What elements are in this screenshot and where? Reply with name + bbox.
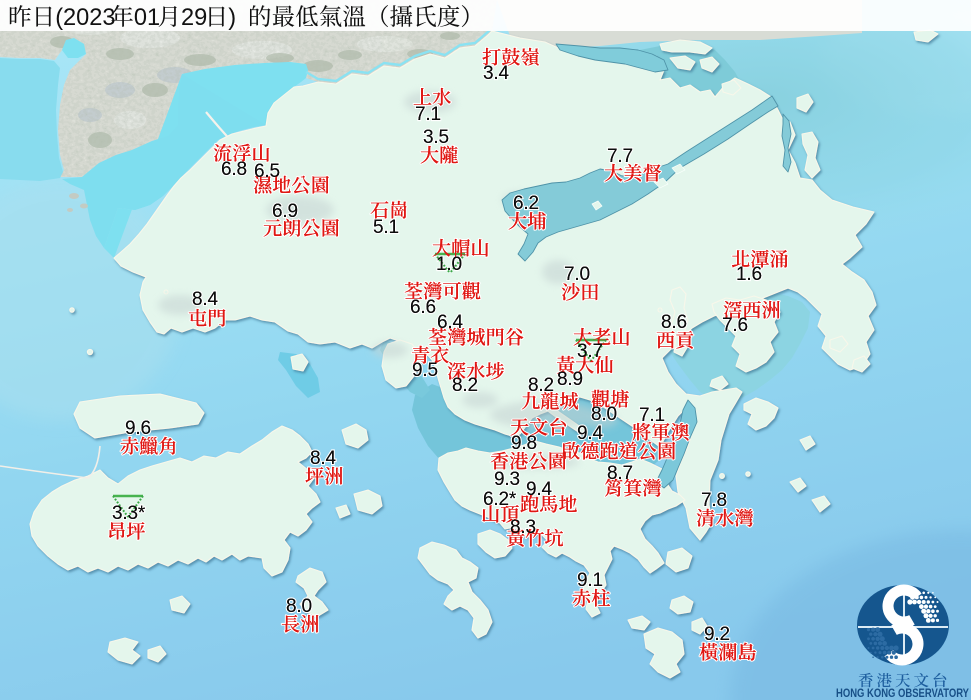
svg-text:6.9: 6.9 [272,201,298,222]
svg-text:9.4: 9.4 [526,479,552,500]
svg-text:9.2: 9.2 [704,624,730,645]
svg-text:8.2: 8.2 [452,375,478,396]
svg-text:8.9: 8.9 [557,369,583,390]
svg-text:7.8: 7.8 [701,490,727,511]
svg-text:9.5: 9.5 [412,360,438,381]
svg-text:6.8: 6.8 [221,159,247,180]
svg-text:01: 01 [134,5,160,31]
svg-text:1.6: 1.6 [736,264,762,285]
svg-text:9.8: 9.8 [511,433,537,454]
svg-text:3.5: 3.5 [423,127,449,148]
svg-text:6.6: 6.6 [410,297,436,318]
svg-text:3.4: 3.4 [483,63,509,84]
svg-text:1.0: 1.0 [436,254,462,275]
svg-text:7.6: 7.6 [722,315,748,336]
svg-text:29: 29 [181,5,207,31]
svg-text:8.4: 8.4 [192,289,218,310]
svg-text:9.3: 9.3 [494,469,520,490]
svg-text:9.1: 9.1 [577,570,603,591]
svg-text:8.7: 8.7 [607,463,633,484]
svg-text:6.4: 6.4 [437,312,463,333]
svg-text:7.7: 7.7 [607,146,633,167]
svg-text:8.2: 8.2 [528,375,554,396]
svg-text:6.5: 6.5 [254,161,280,182]
svg-text:8.4: 8.4 [310,448,336,469]
svg-text:3.3*: 3.3* [112,503,146,524]
svg-text:5.1: 5.1 [373,217,399,238]
svg-text:(: ( [55,5,63,31]
svg-text:3.7: 3.7 [577,341,603,362]
svg-text:8.0: 8.0 [591,404,617,425]
svg-text:2023: 2023 [63,5,116,31]
svg-text:8.6: 8.6 [661,312,687,333]
svg-text:6.2: 6.2 [513,193,539,214]
svg-text:8.0: 8.0 [286,596,312,617]
svg-text:HONG KONG OBSERVATORY: HONG KONG OBSERVATORY [836,688,969,700]
svg-text:8.3: 8.3 [510,517,536,538]
svg-text:6.2*: 6.2* [483,489,517,510]
svg-text:7.1: 7.1 [415,104,441,125]
svg-text:9.6: 9.6 [125,418,151,439]
svg-text:): ) [228,5,236,31]
svg-text:7.0: 7.0 [564,264,590,285]
svg-text:7.1: 7.1 [639,405,665,426]
svg-text:9.4: 9.4 [577,423,603,444]
